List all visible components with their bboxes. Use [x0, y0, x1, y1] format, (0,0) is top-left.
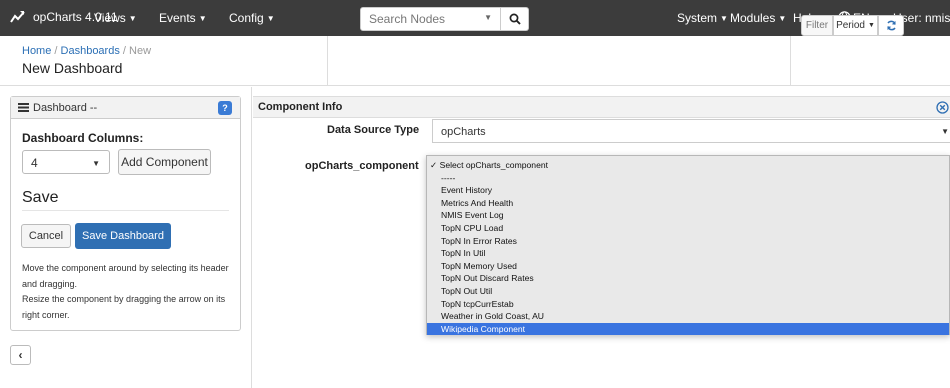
dropdown-option-placeholder[interactable]: ✓ Select opCharts_component	[427, 159, 949, 171]
caret-down-icon: ▼	[867, 22, 875, 29]
dashboard-list-icon	[18, 103, 29, 112]
filter-button[interactable]: Filter	[801, 15, 833, 36]
menu-config[interactable]: Config ▼	[229, 11, 275, 25]
search-icon	[509, 13, 521, 25]
dropdown-option[interactable]: TopN Memory Used	[427, 260, 949, 272]
caret-down-icon: ▼	[128, 14, 137, 23]
caret-down-icon: ▼	[266, 14, 275, 23]
data-source-type-select[interactable]: opCharts ▼	[432, 119, 950, 143]
menu-system-label: System	[677, 11, 718, 25]
dropdown-option-separator: -----	[441, 172, 456, 183]
opcharts-logo-icon	[10, 11, 25, 23]
dropdown-option[interactable]: Event History	[427, 184, 949, 196]
caret-down-icon: ▼	[92, 159, 100, 168]
dashboard-panel-title: Dashboard --	[33, 102, 98, 114]
component-info-header: Component Info	[253, 96, 950, 118]
help-text-line: and dragging.	[22, 278, 78, 289]
page-header: Home / Dashboards / New New Dashboard	[0, 36, 950, 86]
caret-down-icon: ▼	[720, 14, 728, 23]
caret-down-icon: ▼	[941, 127, 949, 136]
dashboard-panel: Dashboard -- ? Dashboard Columns: 4 ▼ Ad…	[10, 96, 241, 331]
refresh-button[interactable]	[878, 15, 904, 36]
divider	[22, 210, 229, 211]
menu-config-label: Config	[229, 11, 264, 25]
breadcrumb-home[interactable]: Home	[22, 45, 51, 57]
breadcrumb-current: New	[129, 45, 152, 57]
dropdown-option[interactable]: TopN In Error Rates	[427, 235, 949, 247]
menu-system[interactable]: System ▼	[677, 11, 728, 25]
caret-down-icon: ▼	[198, 14, 207, 23]
menu-modules-label: Modules	[730, 11, 776, 25]
header-divider	[327, 36, 328, 86]
dropdown-option[interactable]: TopN Out Discard Rates	[427, 272, 949, 284]
save-heading: Save	[22, 189, 59, 206]
component-info-title: Component Info	[258, 101, 343, 113]
search-box: ▼	[360, 7, 501, 31]
dashboard-columns-value: 4	[31, 156, 38, 170]
refresh-icon	[886, 20, 896, 31]
help-text-line: Resize the component by dragging the arr…	[22, 294, 226, 304]
dashboard-panel-header: Dashboard -- ?	[11, 97, 240, 119]
data-source-type-label: Data Source Type	[327, 124, 420, 136]
data-source-type-value: opCharts	[441, 126, 486, 138]
help-icon[interactable]: ?	[218, 101, 232, 115]
period-label: Period	[836, 20, 865, 31]
dropdown-option[interactable]: Metrics And Health	[427, 197, 949, 209]
search-input[interactable]	[361, 8, 500, 30]
caret-down-icon: ▼	[778, 14, 787, 23]
period-dropdown[interactable]: Period ▼	[833, 15, 878, 36]
dashboard-columns-label: Dashboard Columns:	[22, 131, 144, 145]
opcharts-component-label: opCharts_component	[305, 160, 419, 172]
dropdown-option[interactable]: Weather in Gold Coast, AU	[427, 310, 949, 322]
dropdown-option[interactable]: TopN CPU Load	[427, 222, 949, 234]
dropdown-option[interactable]: Wikipedia Component	[427, 322, 949, 335]
add-component-button[interactable]: Add Component	[118, 149, 211, 175]
dashboard-columns-select[interactable]: 4 ▼	[22, 150, 110, 174]
menu-views-label: Views	[94, 11, 126, 25]
dropdown-option[interactable]: TopN In Util	[427, 247, 949, 259]
help-text-line: Move the component around by selecting i…	[22, 263, 229, 273]
header-divider	[790, 36, 791, 86]
menu-events-label: Events	[159, 11, 196, 25]
menu-modules[interactable]: Modules ▼	[730, 11, 786, 25]
save-dashboard-button[interactable]: Save Dashboard	[75, 223, 171, 249]
help-text-line: right corner.	[22, 309, 70, 320]
cancel-button[interactable]: Cancel	[21, 224, 71, 248]
breadcrumb: Home / Dashboards / New	[22, 45, 152, 57]
menu-views[interactable]: Views ▼	[94, 11, 137, 25]
help-text: Move the component around by selecting i…	[22, 261, 234, 323]
close-circle-icon[interactable]	[936, 101, 949, 114]
menu-events[interactable]: Events ▼	[159, 11, 207, 25]
dropdown-option[interactable]: NMIS Event Log	[427, 209, 949, 221]
search-dropdown-icon[interactable]: ▼	[484, 13, 492, 22]
dropdown-option[interactable]: TopN Out Util	[427, 285, 949, 297]
breadcrumb-dashboards[interactable]: Dashboards	[61, 45, 120, 57]
search-button[interactable]	[501, 7, 529, 31]
dropdown-option[interactable]: TopN tcpCurrEstab	[427, 298, 949, 310]
collapse-sidebar-button[interactable]: ‹	[10, 345, 31, 365]
opcharts-component-dropdown-list[interactable]: ✓ Select opCharts_component ----- Event Hi…	[426, 155, 950, 335]
page-title: New Dashboard	[22, 60, 123, 76]
